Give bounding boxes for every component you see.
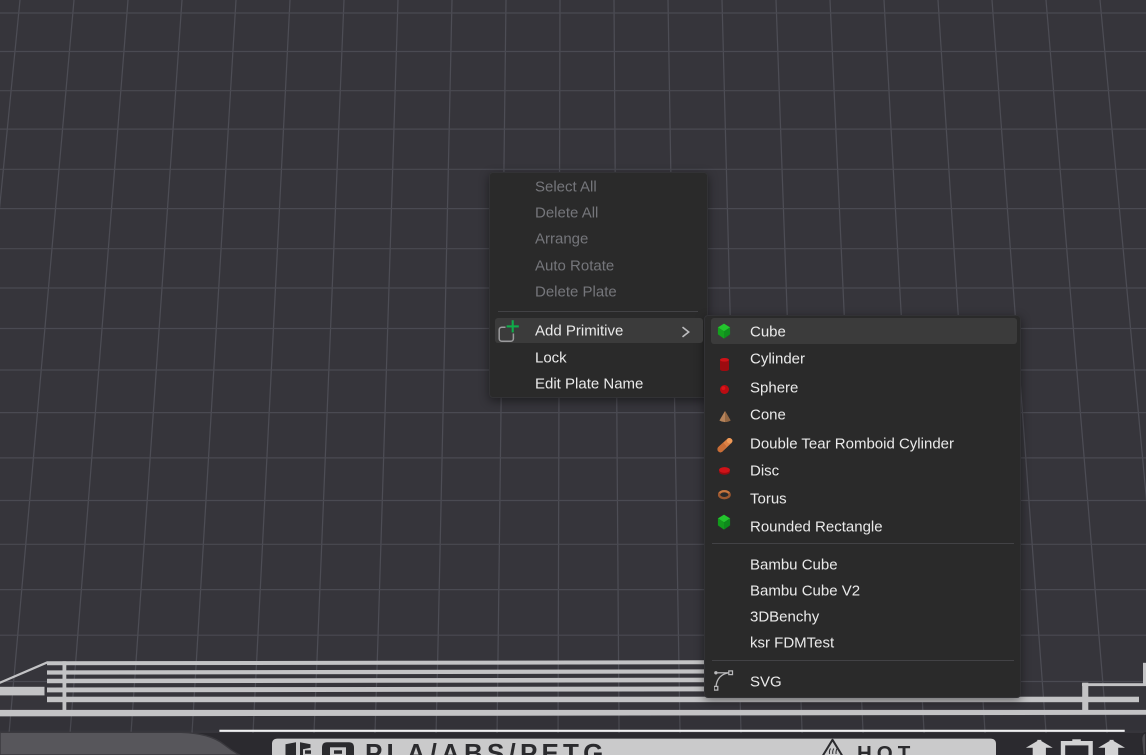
- svg-text:PLA/ABS/PETG: PLA/ABS/PETG: [365, 738, 608, 755]
- svg-text:HOT: HOT: [857, 742, 915, 755]
